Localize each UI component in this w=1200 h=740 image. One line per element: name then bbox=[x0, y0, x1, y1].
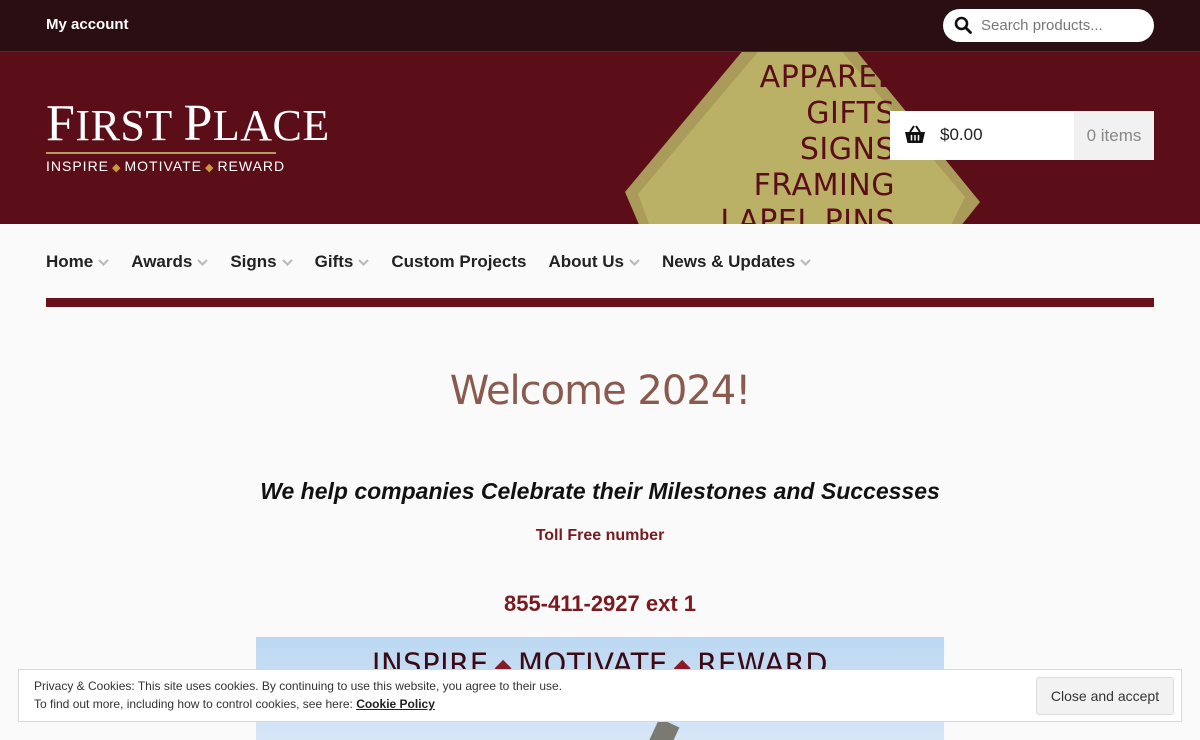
product-search[interactable] bbox=[943, 9, 1154, 42]
basket-icon bbox=[905, 125, 925, 143]
my-account-link[interactable]: My account bbox=[46, 16, 129, 33]
toll-free-label: Toll Free number bbox=[535, 527, 665, 544]
nav-divider bbox=[46, 298, 1154, 307]
banner-word: AWARDS bbox=[680, 52, 895, 60]
nav-item-signs[interactable]: Signs bbox=[230, 250, 293, 274]
logo-title: FIRST PLACE bbox=[46, 95, 330, 152]
chevron-down-icon bbox=[629, 258, 640, 266]
nav-item-custom-projects[interactable]: Custom Projects bbox=[391, 250, 526, 274]
close-and-accept-button[interactable]: Close and accept bbox=[1036, 677, 1174, 715]
nav-item-awards[interactable]: Awards bbox=[131, 250, 209, 274]
chevron-down-icon bbox=[281, 258, 293, 266]
banner-word: APPAREL bbox=[759, 60, 895, 95]
banner-word: SIGNS bbox=[799, 132, 895, 167]
nav-item-gifts[interactable]: Gifts bbox=[315, 250, 370, 274]
chevron-down-icon bbox=[358, 258, 370, 266]
page-title: Welcome 2024! bbox=[449, 368, 752, 414]
chevron-down-icon bbox=[800, 258, 811, 266]
tagline: We help companies Celebrate their Milest… bbox=[260, 478, 940, 504]
site-logo[interactable]: FIRST PLACE INSPIRE ◆ MOTIVATE ◆ REWARD bbox=[46, 95, 330, 174]
banner-word: GIFTS bbox=[806, 96, 895, 131]
cookie-more-info: To find out more, including how to contr… bbox=[34, 697, 435, 711]
mini-cart[interactable]: $0.00 0 items bbox=[890, 111, 1154, 160]
nav-item-about-us[interactable]: About Us bbox=[548, 250, 640, 274]
chevron-down-icon bbox=[98, 258, 110, 266]
primary-navigation: Home Awards Signs Gifts Custom Projects … bbox=[46, 250, 833, 274]
logo-tagline: INSPIRE ◆ MOTIVATE ◆ REWARD bbox=[46, 158, 286, 174]
cookie-notice-text: Privacy & Cookies: This site uses cookie… bbox=[34, 679, 563, 693]
chevron-down-icon bbox=[197, 258, 209, 266]
search-icon bbox=[954, 16, 972, 34]
nav-item-home[interactable]: Home bbox=[46, 250, 110, 274]
banner-word: FRAMING bbox=[753, 168, 895, 203]
site-header: FIRST PLACE INSPIRE◆MOTIVATE◆REWARD AWAR… bbox=[0, 52, 1200, 224]
phone-number[interactable]: 855-411-2927 ext 1 bbox=[0, 591, 1200, 617]
search-input[interactable] bbox=[981, 15, 1146, 36]
banner-word: LAPEL PINS bbox=[720, 204, 895, 224]
logo-divider bbox=[46, 152, 276, 154]
top-bar: My account bbox=[0, 0, 1200, 52]
cart-item-count: 0 items bbox=[1074, 111, 1154, 160]
banner-word-list: AWARDS APPAREL GIFTS SIGNS FRAMING LAPEL… bbox=[680, 52, 895, 224]
nav-item-news-updates[interactable]: News & Updates bbox=[662, 250, 811, 274]
cart-total: $0.00 bbox=[940, 125, 983, 144]
cookie-banner: Privacy & Cookies: This site uses cookie… bbox=[18, 669, 1182, 722]
cookie-policy-link[interactable]: Cookie Policy bbox=[356, 697, 435, 711]
